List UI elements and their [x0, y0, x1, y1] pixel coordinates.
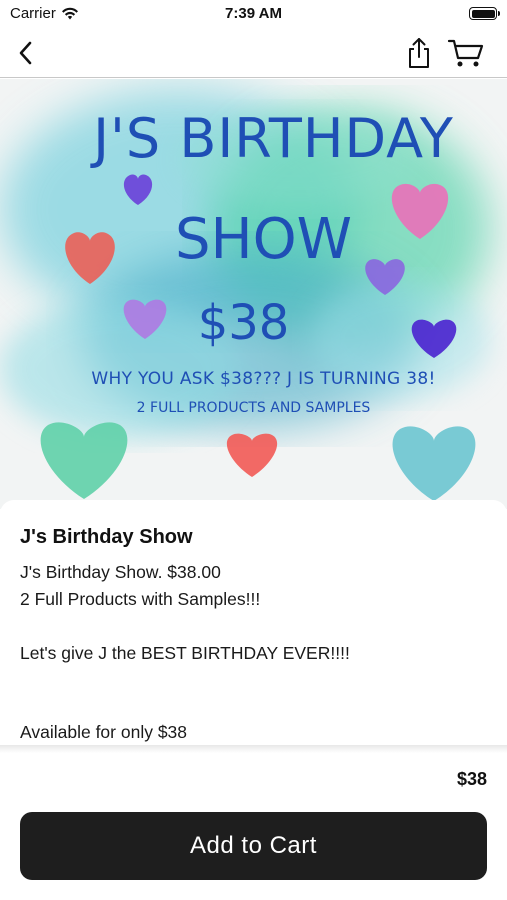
- cart-icon[interactable]: [447, 36, 485, 70]
- status-bar: Carrier 7:39 AM: [0, 0, 507, 28]
- hero-subline: 2 FULL PRODUCTS AND SAMPLES: [136, 400, 371, 416]
- share-icon[interactable]: [404, 36, 434, 70]
- description-line: J's Birthday Show. $38.00: [20, 562, 221, 582]
- hero-price: $38: [197, 295, 290, 351]
- product-image: J'S BIRTHDAY SHOW $38 WHY YOU ASK $38???…: [0, 79, 507, 509]
- add-to-cart-button[interactable]: Add to Cart: [20, 812, 487, 880]
- description-line: 2 Full Products with Samples!!!: [20, 589, 261, 609]
- hero-title-line2: SHOW: [174, 207, 353, 272]
- footer-divider: [0, 745, 507, 753]
- hero-tagline: WHY YOU ASK $38??? J IS TURNING 38!: [91, 369, 436, 389]
- hero-title-line1: J'S BIRTHDAY: [93, 107, 454, 170]
- footer-price: $38: [456, 769, 487, 789]
- description-line: Let's give J the BEST BIRTHDAY EVER!!!!: [20, 643, 350, 663]
- status-time: 7:39 AM: [225, 5, 282, 22]
- battery-icon: [469, 7, 500, 20]
- nav-bar: [0, 28, 507, 78]
- product-title: J's Birthday Show: [20, 526, 193, 548]
- description-line: Available for only $38: [20, 722, 188, 742]
- chevron-left-icon[interactable]: [12, 38, 42, 68]
